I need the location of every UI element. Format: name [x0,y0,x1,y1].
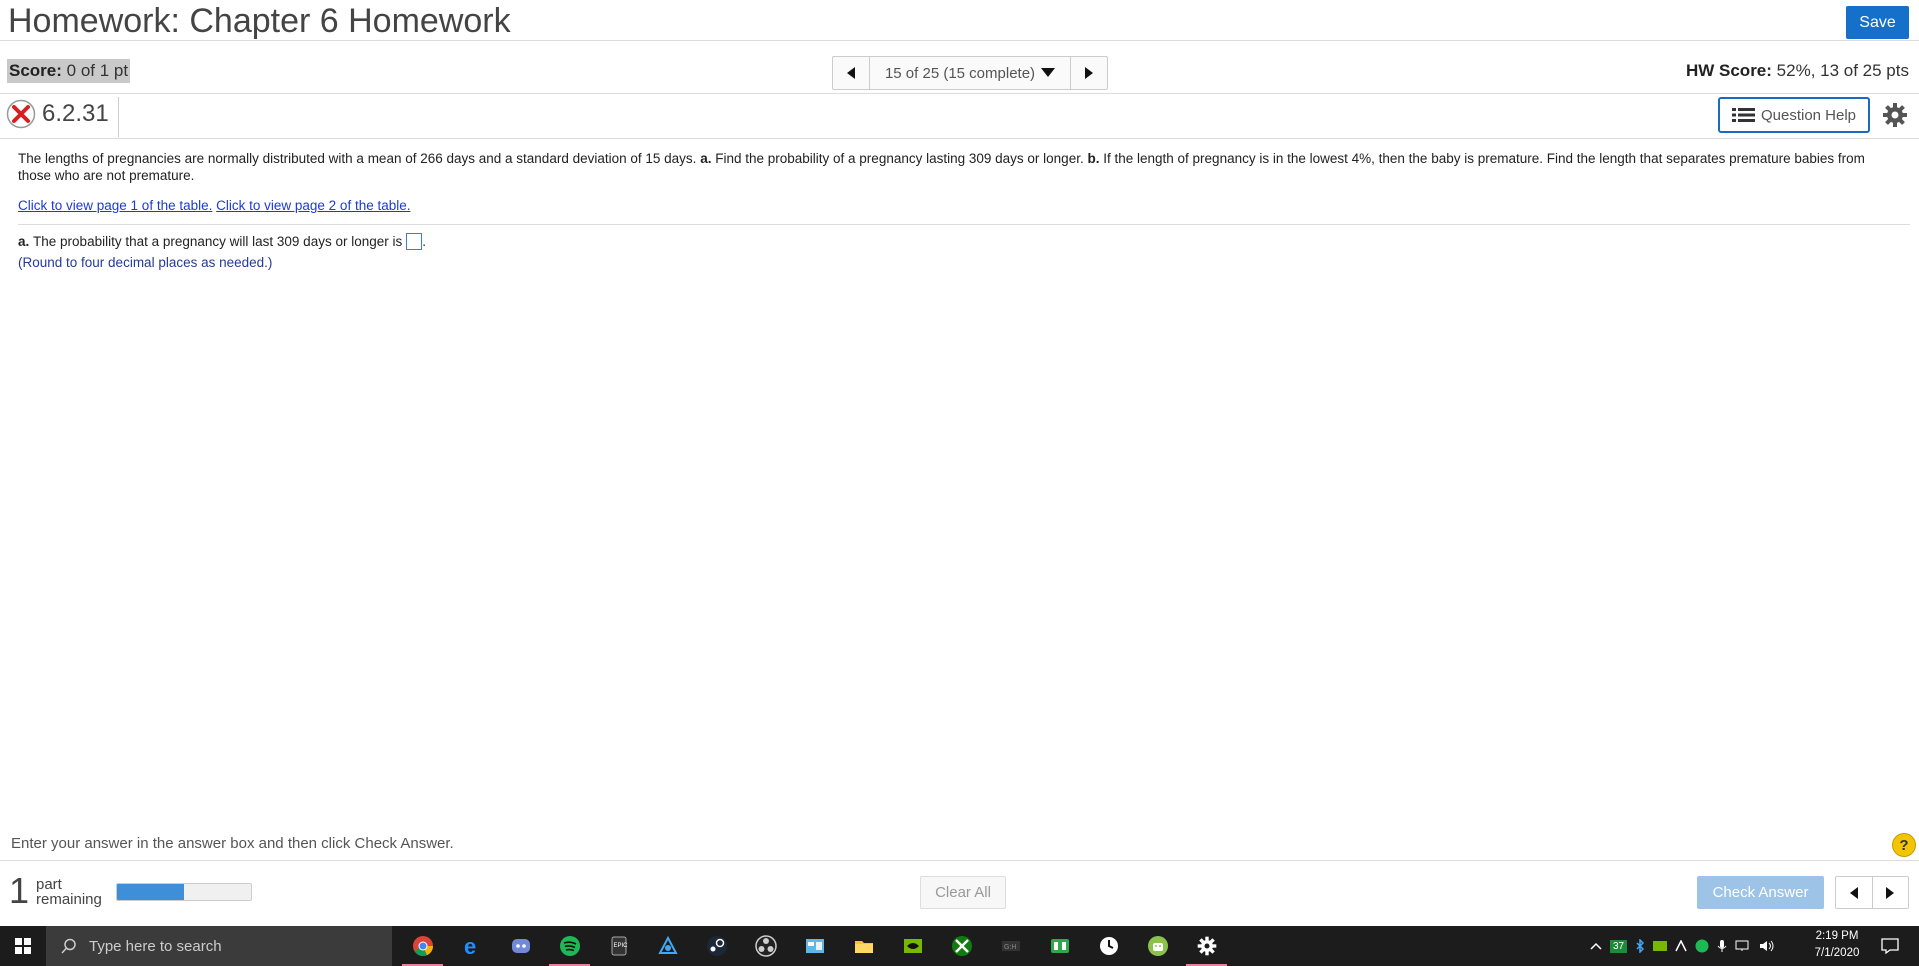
taskbar-search-box[interactable]: Type here to search [46,926,392,966]
score-value: 0 of 1 pt [66,61,129,80]
part-b-marker: b. [1087,151,1100,166]
tray-app-icon[interactable] [1675,940,1687,952]
instruction-text: Enter your answer in the answer box and … [11,835,454,852]
answer-input[interactable] [406,233,423,250]
previous-question-button[interactable] [833,57,869,89]
help-question-icon[interactable]: ? [1892,833,1916,857]
parts-remaining-count: 1 [9,870,30,911]
edge-icon[interactable]: e [447,926,496,966]
hw-score-value: 52%, 13 of 25 pts [1776,61,1909,80]
xbox-icon[interactable] [937,926,986,966]
save-button[interactable]: Save [1846,6,1909,39]
spotify-tray-icon[interactable] [1695,939,1709,953]
triangle-right-icon [1085,67,1093,79]
list-icon [1731,108,1755,122]
divider [0,138,1919,139]
triangle-right-icon [1886,886,1895,899]
volume-icon[interactable] [1759,940,1775,952]
android-icon[interactable] [1133,926,1182,966]
nvidia-tray-icon[interactable] [1653,940,1668,952]
obs-icon[interactable] [741,926,790,966]
spotify-icon[interactable] [545,926,594,966]
question-select-dropdown[interactable]: 15 of 25 (15 complete) [869,57,1071,89]
problem-intro: The lengths of pregnancies are normally … [18,151,697,166]
table-page-1-link[interactable]: Click to view page 1 of the table. [18,198,212,213]
tray-badge[interactable]: 37 [1610,939,1628,953]
triangle-left-icon [1849,886,1858,899]
windows-start-button[interactable] [0,926,46,966]
triangle-left-icon [847,67,855,79]
notification-icon[interactable] [1880,936,1900,956]
part-a-question: The probability that a pregnancy will la… [33,234,403,249]
app-green-icon[interactable] [1035,926,1084,966]
previous-button[interactable] [1836,877,1873,908]
divider [18,224,1910,225]
windows-logo-icon [15,938,31,954]
settings-icon[interactable] [1182,926,1231,966]
part-a-prompt: Find the probability of a pregnancy last… [715,151,1084,166]
caret-down-icon [1041,68,1056,77]
bottom-question-nav [1835,876,1909,909]
question-id: 6.2.31 [6,99,109,129]
part-a-label: a. [18,234,30,249]
hw-score: HW Score: 52%, 13 of 25 pts [1686,61,1909,81]
gear-icon[interactable] [1882,102,1908,128]
question-navigator: 15 of 25 (15 complete) [832,56,1108,90]
bluetooth-icon[interactable] [1635,939,1645,953]
hw-score-label: HW Score: [1685,61,1772,80]
next-button[interactable] [1873,877,1909,908]
rounding-note: (Round to four decimal places as needed.… [18,255,273,270]
incorrect-x-icon [6,99,36,129]
parts-label-line2: remaining [36,891,102,908]
question-help-button[interactable]: Question Help [1718,97,1870,133]
clock-time: 2:19 PM [1815,930,1859,942]
question-position-text: 15 of 25 (15 complete) [884,64,1036,82]
search-icon [61,938,76,954]
divider [0,40,1919,41]
progress-fill [117,884,184,900]
check-answer-button[interactable]: Check Answer [1697,876,1824,909]
clear-all-button[interactable]: Clear All [920,876,1006,909]
clock-app-icon[interactable] [1084,926,1133,966]
network-icon[interactable] [1735,940,1751,952]
discord-icon[interactable] [496,926,545,966]
taskbar-clock[interactable]: 2:19 PM 7/1/2020 [1808,928,1866,962]
table-links: Click to view page 1 of the table. Click… [18,198,410,213]
parts-remaining-label: part remaining [36,877,102,907]
taskbar-pinned-apps: e EPIC G:H [398,926,1231,966]
problem-statement: The lengths of pregnancies are normally … [18,150,1898,184]
control-panel-icon[interactable] [790,926,839,966]
steam-icon[interactable] [692,926,741,966]
chrome-icon[interactable] [398,926,447,966]
progress-bar [116,883,252,901]
nvidia-icon[interactable] [888,926,937,966]
game-icon[interactable]: G:H [986,926,1035,966]
microphone-icon[interactable] [1717,939,1727,953]
parts-label-line1: part [36,876,62,893]
part-a-answer-row: a. The probability that a pregnancy will… [18,233,426,250]
page-title: Homework: Chapter 6 Homework [8,2,511,40]
divider [118,97,119,137]
search-placeholder: Type here to search [89,937,222,955]
app-icon[interactable] [643,926,692,966]
divider [0,93,1919,94]
svg-text:e: e [464,935,476,957]
svg-text:G:H: G:H [1004,944,1016,951]
next-question-button[interactable] [1071,57,1107,89]
score-label: Score: [9,61,62,80]
question-help-label: Question Help [1760,106,1857,124]
question-score: Score: 0 of 1 pt [7,59,131,83]
system-tray: 37 [1590,926,1775,966]
divider [0,860,1919,861]
svg-text:EPIC: EPIC [613,943,628,949]
file-explorer-icon[interactable] [839,926,888,966]
question-number: 6.2.31 [42,100,109,127]
table-page-2-link[interactable]: Click to view page 2 of the table. [216,198,410,213]
epic-games-icon[interactable]: EPIC [594,926,643,966]
part-a-marker: a. [700,151,712,166]
clock-date: 7/1/2020 [1814,947,1860,959]
chevron-up-icon[interactable] [1590,942,1602,950]
